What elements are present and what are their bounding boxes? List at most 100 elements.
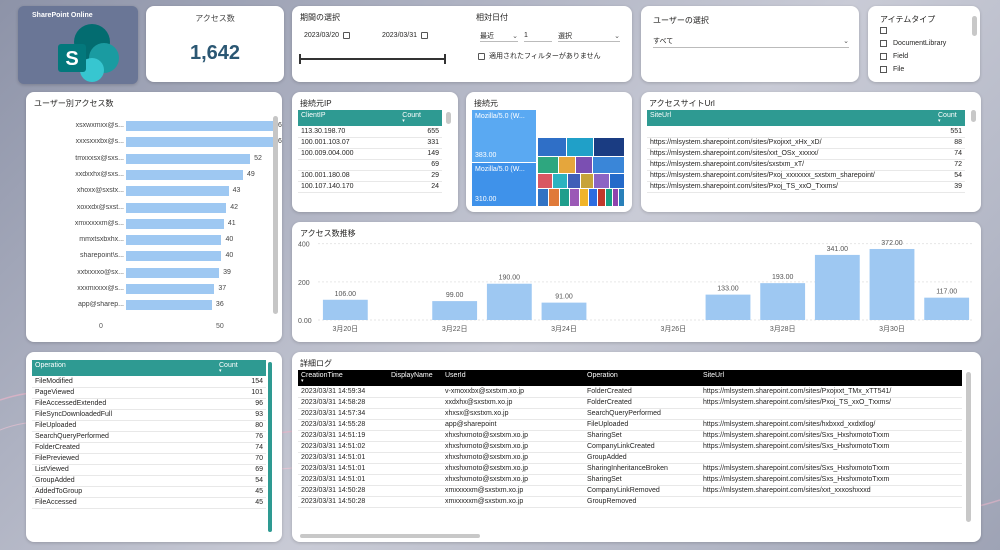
table-row[interactable]: 2023/03/31 14:59:34 v-xmoxxbx@sxstxm.xo.j…	[298, 386, 962, 398]
date-slider-end-handle[interactable]	[444, 54, 446, 64]
table-row[interactable]: https://mlsystem.sharepoint.com/sites/Px…	[647, 170, 965, 182]
table-row[interactable]: 2023/03/31 14:50:28 xmxxxxxm@sxstxm.xo.jp…	[298, 485, 962, 497]
treemap-small-tiles[interactable]	[538, 138, 624, 206]
scrollbar[interactable]	[446, 112, 451, 124]
column-header[interactable]: Count ▾	[399, 110, 442, 126]
access-trend-chart[interactable]: 400 200 0.00 106.00 99.00 190.00 91.00 133.00 19…	[292, 222, 981, 342]
user-bar[interactable]	[126, 284, 215, 294]
scrollbar[interactable]	[268, 362, 272, 532]
user-bar[interactable]	[126, 137, 274, 148]
user-bar[interactable]	[126, 267, 220, 278]
table-row[interactable]: 2023/03/31 14:55:28 app@sharepoint FileUpl…	[298, 419, 962, 431]
scrollbar[interactable]	[273, 116, 278, 314]
user-bar[interactable]	[126, 169, 243, 180]
table-row[interactable]: FileModified 154	[32, 376, 266, 388]
column-header[interactable]: SiteUrl	[647, 110, 935, 126]
checkbox[interactable]	[880, 53, 887, 60]
trend-bar[interactable]	[760, 283, 806, 320]
table-row[interactable]: 100.001.180.08 29	[298, 170, 442, 182]
user-bar-row[interactable]: xmxxxxxm@s... 41	[26, 218, 266, 230]
column-header[interactable]: Count ▾	[935, 110, 965, 126]
treemap-tile[interactable]: Mozilla/5.0 (W... 310.00	[472, 163, 536, 206]
user-select-dropdown[interactable]: すべて ⌄	[653, 34, 849, 48]
table-row[interactable]: 100.107.140.170 24	[298, 181, 442, 193]
table-row[interactable]: 2023/03/31 14:51:02 xhxshxmoto@sxstxm.xo.…	[298, 441, 962, 453]
table-row[interactable]: FilePreviewed 70	[32, 453, 266, 465]
table-row[interactable]: 2023/03/31 14:51:19 xhxshxmoto@sxstxm.xo.…	[298, 430, 962, 442]
user-bar-row[interactable]: mmxtsxbxhx... 40	[26, 234, 266, 246]
table-row[interactable]: FileAccessed 45	[32, 497, 266, 509]
user-bar[interactable]	[126, 300, 212, 311]
column-header[interactable]: UserId	[442, 370, 584, 386]
column-header[interactable]: DisplayName	[388, 370, 442, 386]
user-bar[interactable]	[126, 121, 274, 131]
column-header[interactable]: SiteUrl	[700, 370, 962, 386]
checkbox[interactable]	[880, 27, 887, 34]
calendar-icon[interactable]	[343, 32, 351, 39]
table-row[interactable]: 2023/03/31 14:51:01 xhxshxmoto@sxstxm.xo.…	[298, 474, 962, 486]
user-bar[interactable]	[126, 202, 227, 213]
table-row[interactable]: 2023/03/31 14:51:01 xhxshxmoto@sxstxm.xo.…	[298, 452, 962, 464]
user-bar-row[interactable]: sharepoint\s... 40	[26, 250, 266, 262]
column-header[interactable]: ClientIP	[298, 110, 400, 126]
trend-bar[interactable]	[924, 297, 970, 320]
horizontal-scrollbar[interactable]	[300, 534, 480, 538]
table-row[interactable]: 2023/03/31 14:50:28 xmxxxxxm@sxstxm.xo.jp…	[298, 496, 962, 508]
table-row[interactable]: 69	[298, 159, 442, 171]
table-row[interactable]: FileAccessedExtended 96	[32, 398, 266, 410]
table-row[interactable]: PageViewed 101	[32, 387, 266, 399]
treemap-tile[interactable]: Mozilla/5.0 (W... 383.00	[472, 110, 536, 162]
date-slider-start-handle[interactable]	[299, 54, 301, 64]
user-bar[interactable]	[126, 251, 222, 262]
user-bar-row[interactable]: app@sharep... 36	[26, 299, 266, 311]
item-type-option[interactable]	[880, 27, 893, 34]
trend-bar[interactable]	[869, 248, 915, 320]
user-bar[interactable]	[126, 186, 229, 197]
table-row[interactable]: GroupAdded 54	[32, 475, 266, 487]
table-row[interactable]: 113.30.198.70 655	[298, 126, 442, 138]
table-row[interactable]: 551	[647, 126, 965, 138]
table-row[interactable]: SearchQueryPerformed 76	[32, 431, 266, 443]
table-row[interactable]: AddedToGroup 45	[32, 486, 266, 498]
item-type-option[interactable]: DocumentLibrary	[880, 40, 946, 47]
trend-bar[interactable]	[541, 302, 587, 320]
table-row[interactable]: https://mlsystem.sharepoint.com/sites/sx…	[647, 159, 965, 171]
user-bar-row[interactable]: xhoxx@sxstx... 43	[26, 185, 266, 197]
period-end-field[interactable]: 2023/03/31	[382, 32, 429, 39]
trend-bar[interactable]	[814, 254, 860, 320]
item-type-option[interactable]: Field	[880, 53, 908, 60]
table-row[interactable]: 2023/03/31 14:57:34 xhxsx@sxstxm.xo.jp Sea…	[298, 408, 962, 420]
date-slider-track[interactable]	[300, 58, 446, 60]
checkbox[interactable]	[880, 66, 887, 73]
column-header[interactable]: CreationTime ▾	[298, 370, 388, 386]
table-row[interactable]: 100.009.004.000 149	[298, 148, 442, 160]
table-row[interactable]: ListViewed 69	[32, 464, 266, 476]
scrollbar[interactable]	[966, 372, 971, 522]
user-bar[interactable]	[126, 218, 224, 229]
user-bar-row[interactable]: xxtxxxxo@sx... 39	[26, 267, 266, 279]
table-row[interactable]: https://mlsystem.sharepoint.com/sites/Px…	[647, 181, 965, 193]
column-header[interactable]: Operation	[584, 370, 700, 386]
item-type-option[interactable]: File	[880, 66, 904, 73]
scrollbar[interactable]	[971, 110, 976, 122]
period-start-field[interactable]: 2023/03/20	[304, 32, 351, 39]
table-row[interactable]: https://mlsystem.sharepoint.com/sites/Px…	[647, 137, 965, 149]
user-bar-row[interactable]: xoxxdx@sxst... 42	[26, 202, 266, 214]
checkbox[interactable]	[880, 40, 887, 47]
user-bar[interactable]	[126, 235, 222, 246]
treemap[interactable]: Mozilla/5.0 (W... 383.00 Mozilla/5.0 (W.…	[472, 110, 536, 206]
relative-mode-dropdown[interactable]: 最近 ⌄	[480, 30, 518, 42]
table-row[interactable]: 100.001.103.07 331	[298, 137, 442, 149]
user-bar-row[interactable]: xxdxxhx@sxs... 49	[26, 169, 266, 181]
column-header[interactable]: Operation	[32, 360, 216, 376]
table-row[interactable]: 2023/03/31 14:51:01 xhxshxmoto@sxstxm.xo.…	[298, 463, 962, 475]
trend-bar[interactable]	[432, 301, 478, 320]
column-header[interactable]: Count ▾	[216, 360, 266, 376]
trend-bar[interactable]	[322, 299, 368, 320]
trend-bar[interactable]	[486, 283, 532, 320]
table-row[interactable]: 2023/03/31 14:58:28 xxdxhx@sxstxm.xo.jp Fo…	[298, 397, 962, 409]
relative-unit-dropdown[interactable]: 選択 ⌄	[558, 30, 620, 42]
user-bar-row[interactable]: xxxsxxxbx@s... 62	[26, 136, 282, 148]
table-row[interactable]: FileUploaded 80	[32, 420, 266, 432]
relative-count-input[interactable]: 1	[524, 30, 552, 42]
